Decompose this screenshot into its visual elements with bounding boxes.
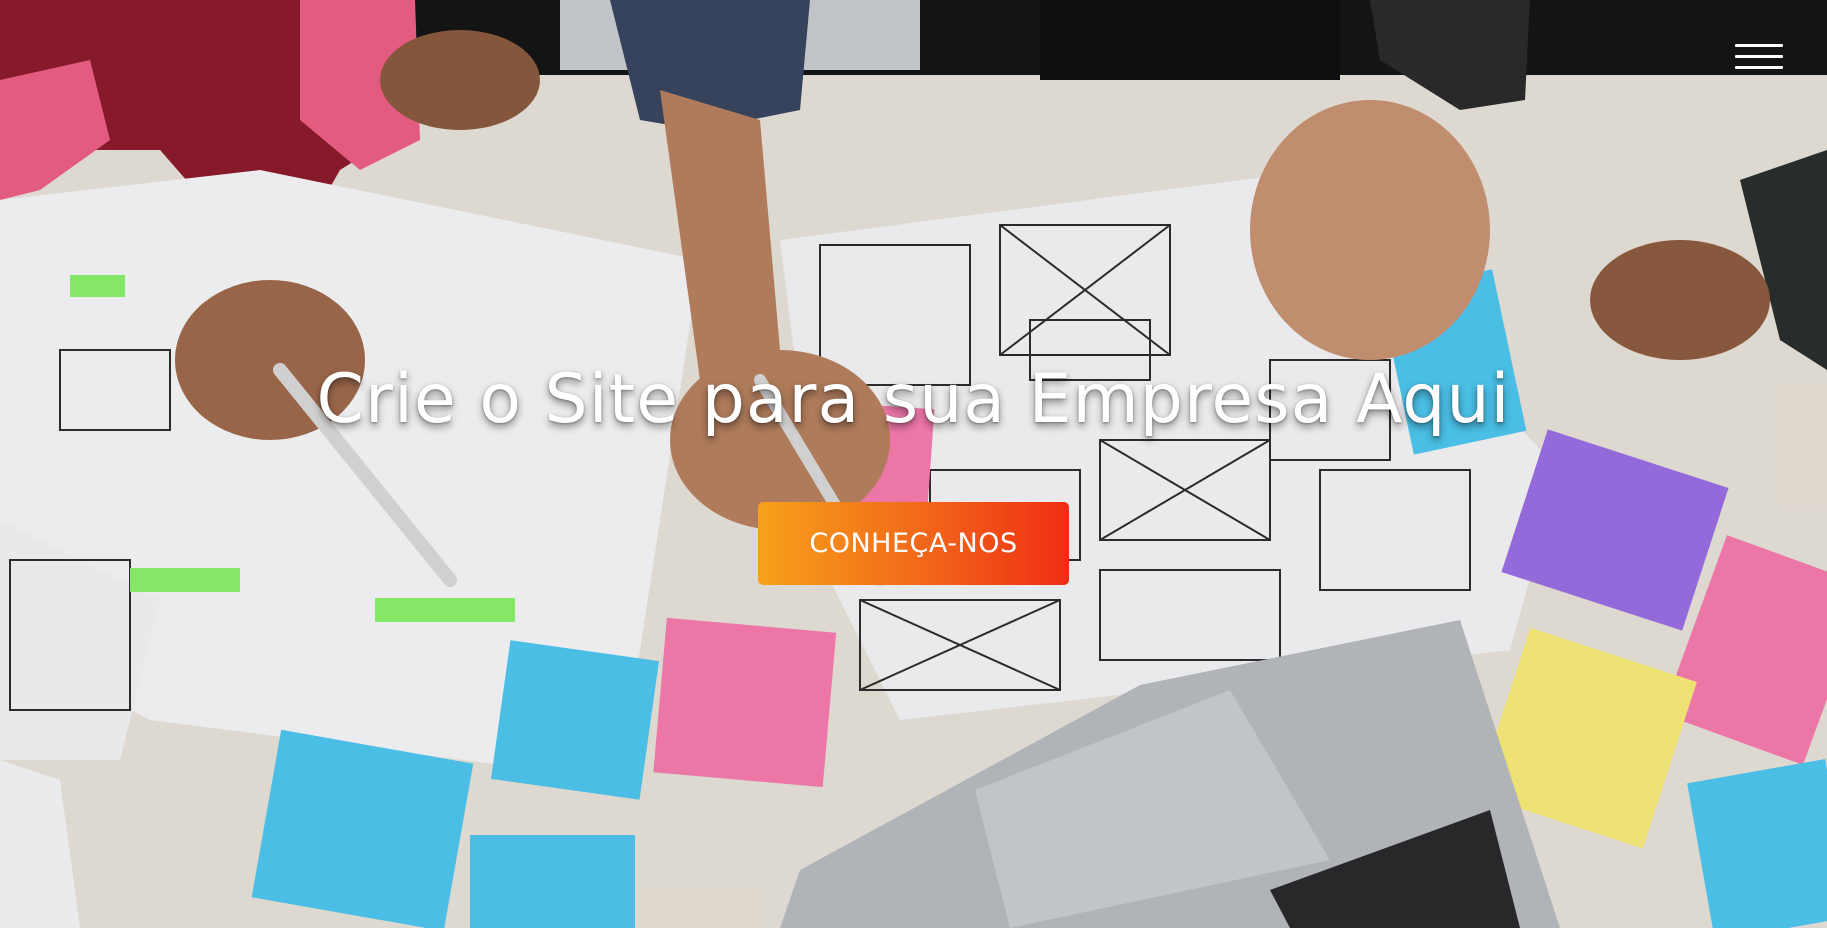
hero-content: Crie o Site para sua Empresa Aqui CONHEÇ… (0, 360, 1827, 585)
menu-bar-middle (1735, 55, 1783, 58)
menu-bar-top (1735, 44, 1783, 47)
menu-bar-bottom (1735, 66, 1783, 69)
conheca-nos-button[interactable]: CONHEÇA-NOS (758, 502, 1069, 585)
hero-title: Crie o Site para sua Empresa Aqui (316, 360, 1511, 439)
hero-section: Crie o Site para sua Empresa Aqui CONHEÇ… (0, 0, 1827, 928)
hamburger-menu-icon[interactable] (1735, 40, 1785, 74)
